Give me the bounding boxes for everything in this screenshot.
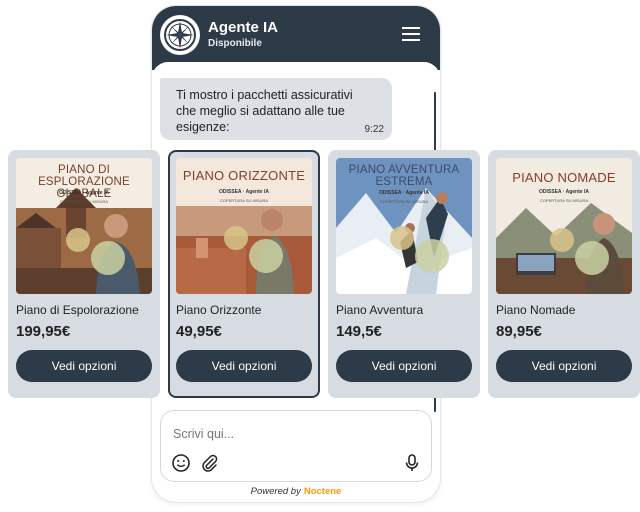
poster-tagline: COPERTURA SU MISURA xyxy=(539,198,589,203)
poster-title: PIANO NOMADE xyxy=(512,170,616,185)
plan-card-nomade[interactable]: PIANO NOMADE ODISSEA · Agente IA COPERTU… xyxy=(488,150,640,398)
agent-name: Agente IA xyxy=(208,19,279,36)
hamburger-menu-icon[interactable] xyxy=(400,24,422,44)
plan-card-esplorazione[interactable]: PIANO DI ESPLORAZIONE GLOBALE ODISSEA · … xyxy=(8,150,160,398)
plan-poster: PIANO ORIZZONTE ODISSEA · Agente IA COPE… xyxy=(176,158,312,294)
plan-price: 199,95€ xyxy=(16,323,71,340)
plan-name: Piano Avventura xyxy=(336,303,424,317)
message-time: 9:22 xyxy=(364,124,384,135)
plan-poster: PIANO AVVENTURA ESTREMA ODISSEA · Agente… xyxy=(336,158,472,294)
view-options-button[interactable]: Vedi opzioni xyxy=(16,350,152,382)
poster-brand: ODISSEA · Agente IA xyxy=(539,189,589,195)
plan-name: Piano Nomade xyxy=(496,303,576,317)
agent-avatar xyxy=(160,15,200,55)
paperclip-icon[interactable] xyxy=(199,453,219,473)
brand-logo: Noctene xyxy=(303,486,342,497)
microphone-icon[interactable] xyxy=(402,453,422,473)
plan-poster: PIANO DI ESPLORAZIONE GLOBALE ODISSEA · … xyxy=(16,158,152,294)
poster-title: PIANO ORIZZONTE xyxy=(182,168,306,183)
powered-by: Powered by Noctene xyxy=(152,486,440,497)
plan-card-orizzonte[interactable]: PIANO ORIZZONTE ODISSEA · Agente IA COPE… xyxy=(168,150,320,398)
poster-tagline: COPERTURA SU MISURA xyxy=(219,198,269,203)
composer xyxy=(160,410,432,482)
view-options-button[interactable]: Vedi opzioni xyxy=(176,350,312,382)
smiley-icon[interactable] xyxy=(171,453,191,473)
plan-price: 149,5€ xyxy=(336,323,382,340)
plan-price: 49,95€ xyxy=(176,323,222,340)
message-input[interactable] xyxy=(171,423,415,445)
poster-tagline: COPERTURA SU MISURA xyxy=(59,199,109,204)
plan-poster: PIANO NOMADE ODISSEA · Agente IA COPERTU… xyxy=(496,158,632,294)
poster-brand: ODISSEA · Agente IA xyxy=(59,190,109,196)
chat-header: Agente IA Disponibile xyxy=(152,6,440,70)
poster-title: PIANO AVVENTURA ESTREMA xyxy=(348,164,460,188)
agent-message-bubble: Ti mostro i pacchetti assicurativi che m… xyxy=(160,78,392,140)
plan-price: 89,95€ xyxy=(496,323,542,340)
compass-rose-icon xyxy=(164,19,196,51)
powered-by-label: Powered by xyxy=(250,486,301,497)
poster-brand: ODISSEA · Agente IA xyxy=(219,189,269,195)
view-options-button[interactable]: Vedi opzioni xyxy=(336,350,472,382)
plan-card-avventura[interactable]: PIANO AVVENTURA ESTREMA ODISSEA · Agente… xyxy=(328,150,480,398)
view-options-button[interactable]: Vedi opzioni xyxy=(496,350,632,382)
plan-name: Piano di Espolorazione xyxy=(16,303,139,317)
plan-name: Piano Orizzonte xyxy=(176,303,262,317)
poster-brand: ODISSEA · Agente IA xyxy=(379,190,429,196)
message-text: Ti mostro i pacchetti assicurativi che m… xyxy=(176,88,353,134)
poster-tagline: COPERTURA SU MISURA xyxy=(379,199,429,204)
agent-status: Disponibile xyxy=(208,38,262,49)
